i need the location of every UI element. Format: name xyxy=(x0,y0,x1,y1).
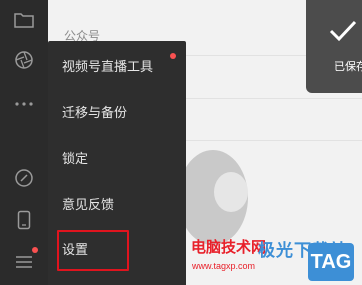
watermark-tag-logo: TAG xyxy=(308,243,354,281)
menu-item-label: 迁移与备份 xyxy=(62,105,128,120)
menu-icon[interactable] xyxy=(12,250,36,274)
menu-item-lock[interactable]: 锁定 xyxy=(48,139,186,179)
menu-item-migrate-backup[interactable]: 迁移与备份 xyxy=(48,93,186,133)
menu-item-notification-dot xyxy=(170,53,176,59)
menu-item-feedback[interactable]: 意见反馈 xyxy=(48,185,186,225)
link-icon[interactable] xyxy=(12,166,36,190)
folder-icon[interactable] xyxy=(12,8,36,32)
watermark-site-name: 电脑技术网 xyxy=(191,239,267,256)
blurred-avatar-highlight xyxy=(214,172,248,212)
settings-highlight-box xyxy=(57,230,129,271)
aperture-icon[interactable] xyxy=(12,48,36,72)
notification-dot xyxy=(32,247,38,253)
toast-text: 已保存 xyxy=(334,61,362,73)
menu-item-label: 视频号直播工具 xyxy=(62,59,154,74)
watermark-url: www.tagxp.com xyxy=(192,261,256,271)
more-icon[interactable] xyxy=(12,92,36,116)
menu-item-label: 锁定 xyxy=(62,151,89,166)
menu-item-live-tools[interactable]: 视频号直播工具 xyxy=(48,47,186,87)
checkmark-icon xyxy=(329,20,357,42)
menu-item-label: 意见反馈 xyxy=(62,197,115,212)
saved-toast: 已保存 xyxy=(306,0,362,93)
phone-icon[interactable] xyxy=(12,208,36,232)
sidebar xyxy=(0,0,48,285)
